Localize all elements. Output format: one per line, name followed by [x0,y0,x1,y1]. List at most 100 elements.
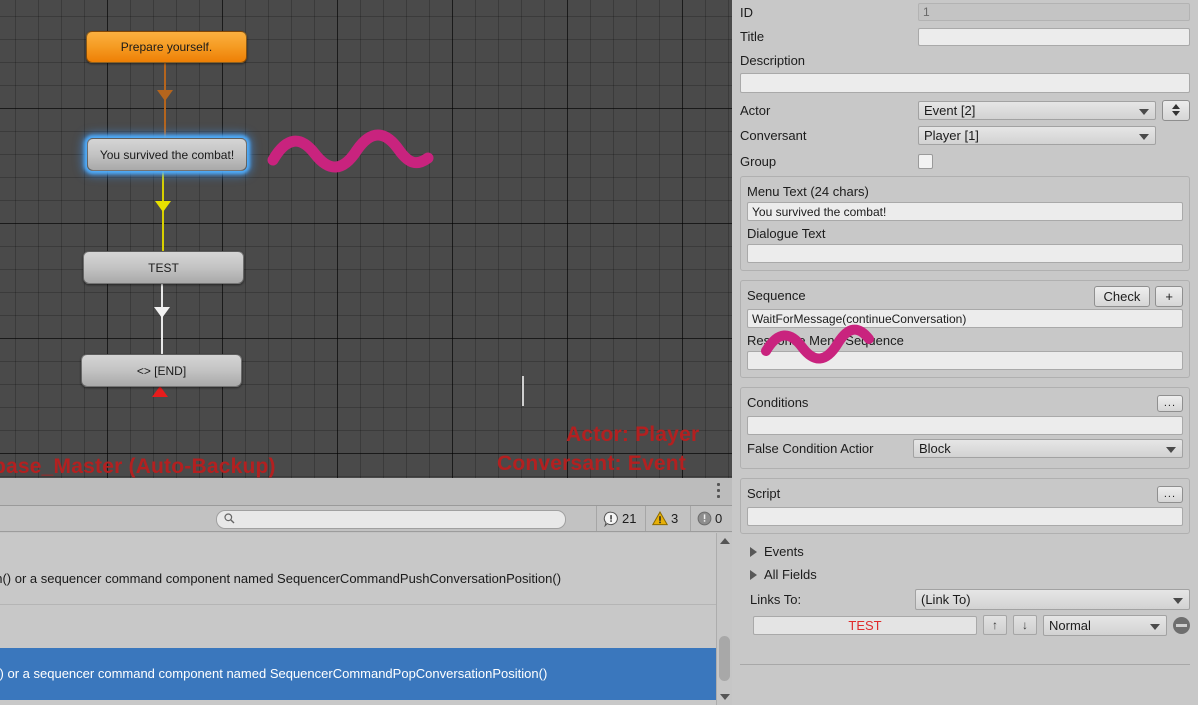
script-input[interactable] [747,507,1183,526]
link-target-name[interactable]: TEST [753,615,977,635]
node-prepare-yourself[interactable]: Prepare yourself. [86,31,247,63]
sequence-header: Sequence Check + [747,285,1183,307]
events-foldout-label: Events [764,544,804,559]
all-fields-foldout-label: All Fields [764,567,817,582]
node-end[interactable]: <> [END] [81,354,242,387]
sequence-label: Sequence [747,288,806,303]
sequence-input[interactable]: WaitForMessage(continueConversation) [747,309,1183,328]
node-label: TEST [148,260,179,275]
error-icon [603,511,618,527]
list-item[interactable]: n() or a sequencer command component nam… [0,648,716,700]
warning-count-value: 3 [671,511,679,526]
info-count-badge[interactable]: 0 [690,506,728,531]
console-log-list[interactable]: on() or a sequencer command component na… [0,533,716,705]
conditions-input[interactable] [747,416,1183,435]
actor-value: Event [2] [924,102,976,118]
events-foldout[interactable]: Events [740,540,1190,563]
chevron-down-icon [1172,111,1180,116]
menu-text-input[interactable]: You survived the combat! [747,202,1183,221]
conversant-label: Conversant [740,128,807,143]
kebab-menu-icon[interactable] [717,483,721,501]
conditions-group: Conditions ... False Condition Actior Bl… [740,387,1190,469]
script-more-button[interactable]: ... [1156,485,1183,503]
false-condition-action-row: False Condition Actior Block [747,435,1183,461]
link-priority-value: Normal [1049,617,1091,633]
edge-arrow-orange [157,90,173,101]
actor-label: Actor [740,102,771,118]
false-condition-action-label: False Condition Actior [747,440,874,456]
links-to-label: Links To: [750,591,802,607]
title-input[interactable] [918,27,1190,46]
title-label: Title [740,29,765,44]
links-to-value: (Link To) [921,591,971,607]
actor-stepper[interactable] [1162,99,1190,121]
node-label: You survived the combat! [99,147,235,162]
conversant-row: Conversant Player [1] [740,123,1190,148]
scrollbar-thumb[interactable] [719,636,730,681]
id-label: ID [740,4,753,20]
all-fields-foldout[interactable]: All Fields [740,563,1190,586]
sequence-group: Sequence Check + WaitForMessage(continue… [740,280,1190,378]
conditions-header: Conditions ... [747,393,1183,413]
list-item[interactable]: on() or a sequencer command component na… [0,553,716,605]
chevron-down-icon [1139,134,1149,140]
actor-row: Actor Event [2] [740,97,1190,123]
conversant-dropdown[interactable]: Player [1] [918,126,1156,145]
canvas-conversant-label: Conversant: Event [497,452,686,475]
sequence-add-button[interactable]: + [1155,285,1183,307]
description-label: Description [740,53,806,68]
scroll-up-icon[interactable] [717,534,732,548]
link-priority-dropdown[interactable]: Normal [1043,614,1167,636]
group-label: Group [740,153,777,169]
link-entry-row: TEST ↑ ↓ Normal [740,612,1190,638]
false-condition-action-dropdown[interactable]: Block [913,438,1183,458]
dialogue-entry-inspector: ID 1 Title Description Actor Event [2] C… [732,0,1198,705]
edge-arrow-white [154,307,170,318]
log-row-text: n() or a sequencer command component nam… [0,666,548,681]
response-menu-sequence-label: Response Menu Sequence [747,333,904,348]
actor-dropdown[interactable]: Event [2] [918,100,1156,120]
node-you-survived-the-combat[interactable]: You survived the combat! [87,138,247,171]
search-field-wrapper[interactable] [216,509,566,529]
edge-arrow-yellow [155,201,171,212]
dialogue-text-input[interactable] [747,244,1183,263]
node-connections [161,63,166,355]
chevron-right-icon [750,569,757,580]
links-to-dropdown[interactable]: (Link To) [915,588,1190,610]
description-input[interactable] [740,73,1190,93]
console-scrollbar[interactable] [716,533,732,705]
title-row: Title [740,24,1190,49]
warning-icon [652,511,668,526]
log-row-text: on() or a sequencer command component na… [0,571,562,586]
id-row: ID 1 [740,0,1190,24]
console-tab-bar [0,478,732,506]
group-checkbox[interactable] [918,153,933,169]
search-input[interactable] [216,510,566,529]
error-count-badge[interactable]: 21 [596,506,642,531]
search-icon [224,513,235,524]
conditions-more-button[interactable]: ... [1156,394,1183,412]
chevron-down-icon [1166,446,1176,453]
links-to-row: Links To: (Link To) [740,586,1190,612]
sequence-check-button[interactable]: Check [1093,285,1151,307]
console-panel: 21 3 0 on() or a sequencer command compo… [0,478,732,705]
id-value: 1 [918,3,1190,21]
console-toolbar: 21 3 0 [0,506,732,532]
move-link-up-button[interactable]: ↑ [983,615,1007,635]
chevron-down-icon [1173,597,1183,604]
dialogue-node-canvas[interactable]: Prepare yourself. You survived the comba… [0,0,732,478]
edge-arrow-red-up [152,386,168,397]
info-icon [697,511,712,526]
node-label: Prepare yourself. [120,40,213,54]
text-group: Menu Text (24 chars) You survived the co… [740,176,1190,271]
canvas-database-label: base_Master (Auto-Backup) [0,455,276,478]
conditions-label: Conditions [747,395,809,410]
scroll-down-icon[interactable] [717,690,732,704]
remove-link-button[interactable] [1173,616,1190,634]
false-condition-action-value: Block [919,440,951,456]
error-count-value: 21 [622,511,637,526]
response-menu-sequence-input[interactable] [747,351,1183,370]
warning-count-badge[interactable]: 3 [645,506,684,531]
node-test[interactable]: TEST [83,251,244,284]
move-link-down-button[interactable]: ↓ [1013,615,1037,635]
